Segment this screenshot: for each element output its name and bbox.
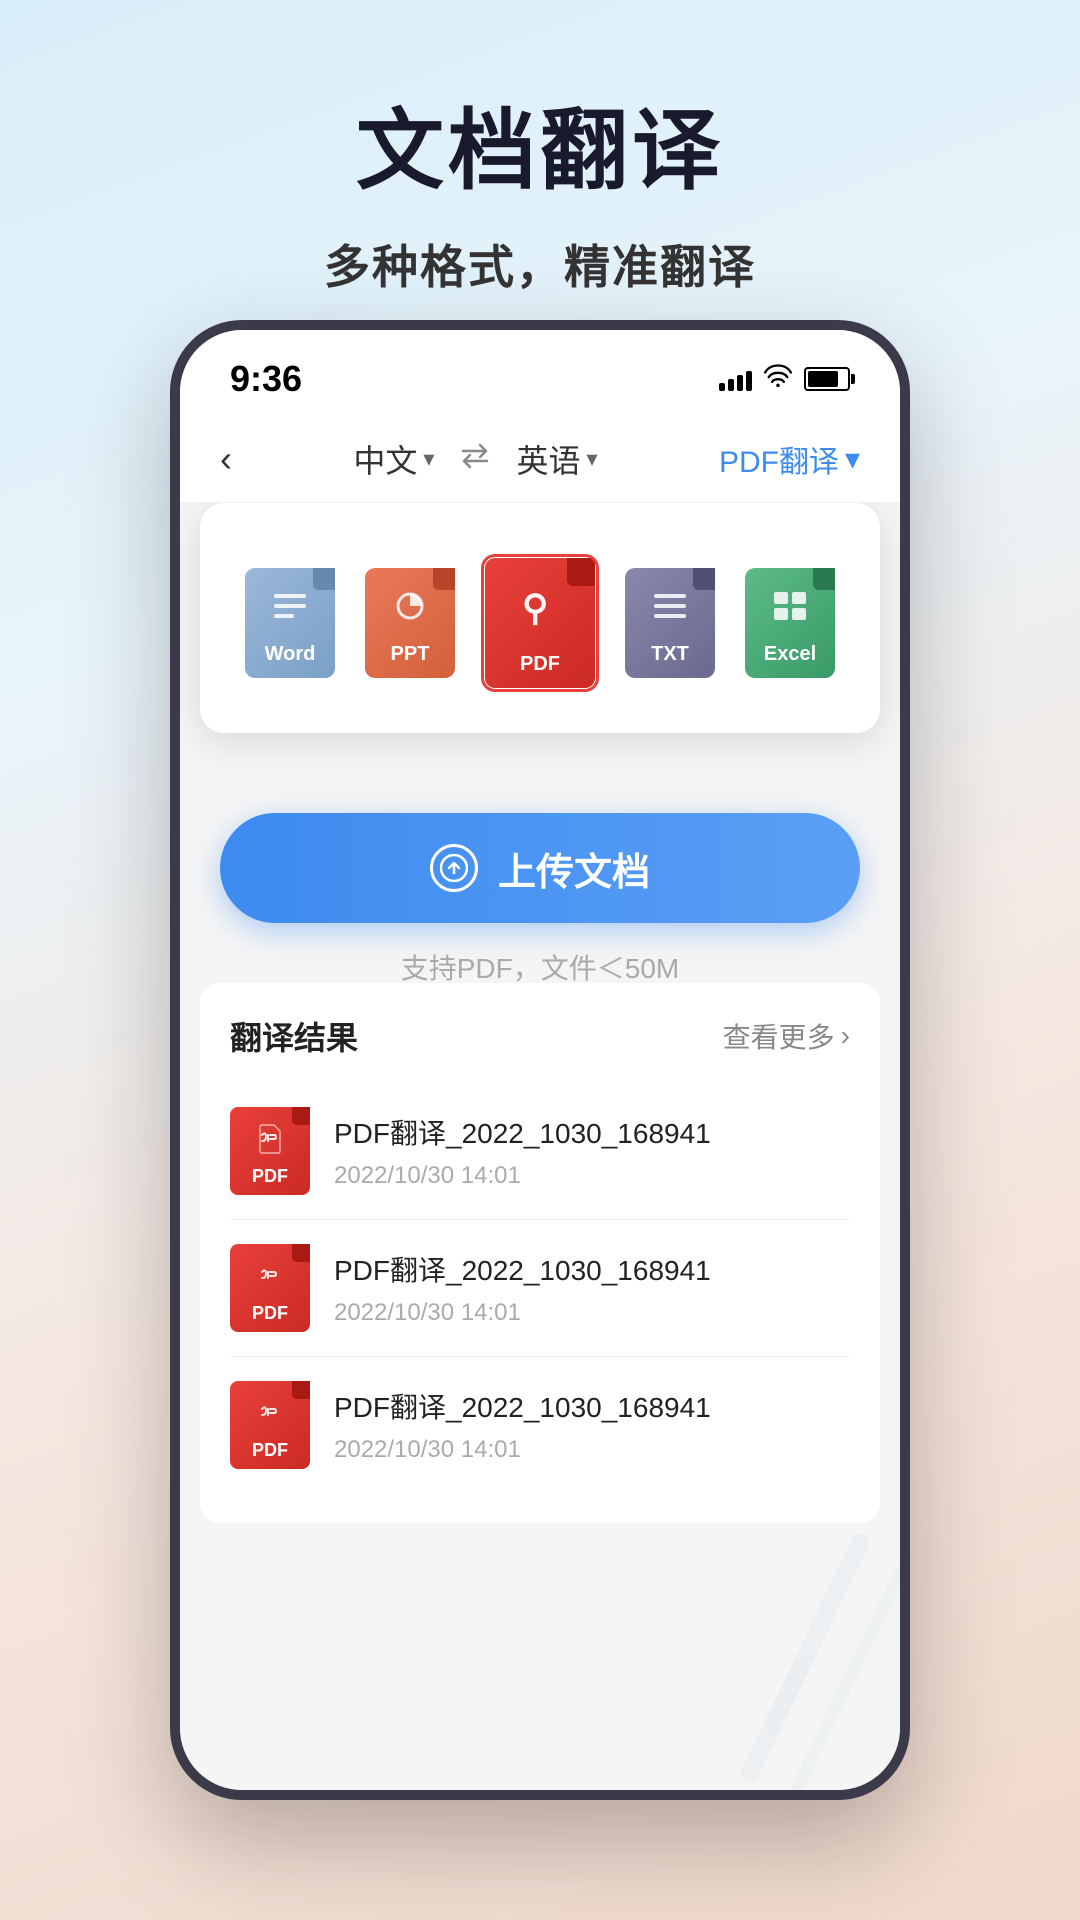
ppt-file-icon: PPT xyxy=(355,563,465,683)
see-more-arrow: › xyxy=(841,1020,850,1052)
phone-content: Word PPT xyxy=(180,503,900,1793)
target-lang[interactable]: 英语 ▾ xyxy=(516,436,597,482)
see-more-button[interactable]: 查看更多 › xyxy=(723,1016,850,1056)
swap-icon[interactable] xyxy=(458,441,492,478)
file-type-pdf[interactable]: ⚲ PDF xyxy=(475,553,605,693)
file-type-excel[interactable]: Excel xyxy=(735,563,845,683)
result-pdf-icon-3: PDF xyxy=(230,1381,310,1469)
pdf-label: PDF xyxy=(520,653,560,676)
result-info-1: PDF翻译_2022_1030_168941 2022/10/30 14:01 xyxy=(334,1112,850,1190)
word-file-icon: Word xyxy=(235,563,345,683)
ppt-file-shape: PPT xyxy=(365,568,455,678)
word-label: Word xyxy=(265,643,316,666)
result-pdf-label-1: PDF xyxy=(252,1166,288,1187)
lang-selector: 中文 ▾ 英语 ▾ xyxy=(353,436,597,482)
upload-section: 上传文档 支持PDF，文件＜50M xyxy=(180,813,900,987)
result-name-1: PDF翻译_2022_1030_168941 xyxy=(334,1112,850,1152)
phone-mockup: 9:36 ‹ xyxy=(170,320,910,1800)
pdf-translate-button[interactable]: PDF翻译 ▾ xyxy=(719,437,860,481)
source-lang-arrow: ▾ xyxy=(423,446,434,472)
file-type-txt[interactable]: TXT xyxy=(615,563,725,683)
result-item-1[interactable]: PDF PDF翻译_2022_1030_168941 2022/10/30 14… xyxy=(230,1083,850,1220)
hero-section: 文档翻译 多种格式，精准翻译 xyxy=(0,0,1080,297)
back-button[interactable]: ‹ xyxy=(220,438,232,480)
pdf-file-icon: ⚲ PDF xyxy=(475,553,605,693)
word-file-shape: Word xyxy=(245,568,335,678)
pdf-file-shape: ⚲ PDF xyxy=(485,558,595,688)
pdf-translate-text: PDF翻译 xyxy=(719,437,839,481)
see-more-text: 查看更多 xyxy=(723,1016,835,1056)
result-name-2: PDF翻译_2022_1030_168941 xyxy=(334,1249,850,1289)
excel-file-icon: Excel xyxy=(735,563,845,683)
pdf-translate-arrow: ▾ xyxy=(845,442,860,477)
result-info-2: PDF翻译_2022_1030_168941 2022/10/30 14:01 xyxy=(334,1249,850,1327)
ppt-label: PPT xyxy=(391,643,430,666)
result-date-2: 2022/10/30 14:01 xyxy=(334,1299,850,1327)
hero-title: 文档翻译 xyxy=(0,80,1080,207)
decorative-lines xyxy=(700,1493,900,1793)
result-pdf-icon-2: PDF xyxy=(230,1244,310,1332)
result-item-3[interactable]: PDF PDF翻译_2022_1030_168941 2022/10/30 14… xyxy=(230,1357,850,1493)
ppt-icon-inner xyxy=(388,586,432,639)
result-pdf-label-2: PDF xyxy=(252,1303,288,1324)
target-lang-text: 英语 xyxy=(516,436,580,482)
excel-icon-inner xyxy=(768,586,812,639)
source-lang[interactable]: 中文 ▾ xyxy=(353,436,434,482)
result-pdf-sym-2 xyxy=(254,1260,286,1299)
result-date-3: 2022/10/30 14:01 xyxy=(334,1436,850,1464)
upload-button[interactable]: 上传文档 xyxy=(220,813,860,923)
result-date-1: 2022/10/30 14:01 xyxy=(334,1162,850,1190)
txt-file-shape: TXT xyxy=(625,568,715,678)
txt-file-icon: TXT xyxy=(615,563,725,683)
source-lang-text: 中文 xyxy=(353,436,417,482)
word-icon-inner xyxy=(268,586,312,639)
result-info-3: PDF翻译_2022_1030_168941 2022/10/30 14:01 xyxy=(334,1386,850,1464)
file-type-card: Word PPT xyxy=(200,503,880,733)
file-type-ppt[interactable]: PPT xyxy=(355,563,465,683)
status-icons xyxy=(719,363,850,395)
upload-btn-text: 上传文档 xyxy=(498,841,650,896)
results-header: 翻译结果 查看更多 › xyxy=(230,1013,850,1059)
target-lang-arrow: ▾ xyxy=(586,446,597,472)
result-name-3: PDF翻译_2022_1030_168941 xyxy=(334,1386,850,1426)
txt-icon-inner xyxy=(648,586,692,639)
wifi-icon xyxy=(764,363,792,395)
excel-label: Excel xyxy=(764,643,816,666)
txt-label: TXT xyxy=(651,643,689,666)
result-pdf-icon-1: PDF xyxy=(230,1107,310,1195)
signal-icon xyxy=(719,367,752,391)
result-pdf-sym-3 xyxy=(254,1397,286,1436)
results-title: 翻译结果 xyxy=(230,1013,358,1059)
status-time: 9:36 xyxy=(230,358,302,400)
hero-subtitle: 多种格式，精准翻译 xyxy=(0,231,1080,297)
result-pdf-sym-1 xyxy=(254,1123,286,1162)
battery-icon xyxy=(804,367,850,391)
app-header: ‹ 中文 ▾ 英语 ▾ PDF翻译 ▾ xyxy=(180,416,900,503)
file-type-word[interactable]: Word xyxy=(235,563,345,683)
excel-file-shape: Excel xyxy=(745,568,835,678)
result-pdf-label-3: PDF xyxy=(252,1440,288,1461)
status-bar: 9:36 xyxy=(180,330,900,416)
result-item-2[interactable]: PDF PDF翻译_2022_1030_168941 2022/10/30 14… xyxy=(230,1220,850,1357)
upload-icon xyxy=(430,844,478,892)
upload-hint: 支持PDF，文件＜50M xyxy=(401,947,679,987)
results-section: 翻译结果 查看更多 › P xyxy=(200,983,880,1523)
